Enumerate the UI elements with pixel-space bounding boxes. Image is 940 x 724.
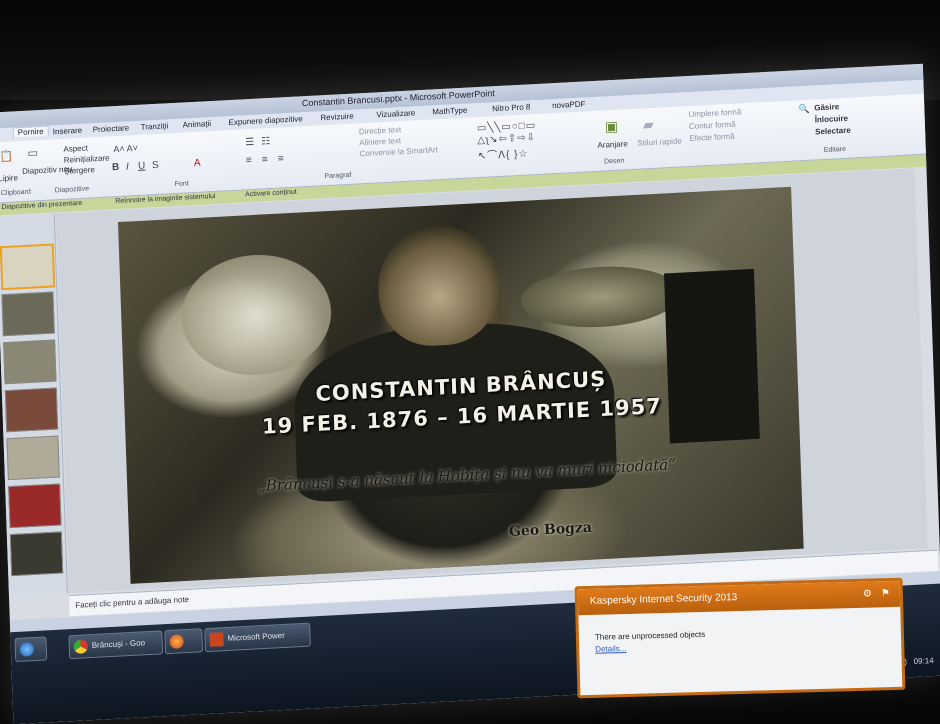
taskbar-chrome[interactable]: Brâncuși - Goo [68, 630, 164, 660]
replace-button[interactable]: Înlocuire [815, 114, 849, 125]
kaspersky-settings-icon[interactable]: ⚙ [863, 589, 872, 600]
tab-animations[interactable]: Animații [182, 119, 211, 129]
align-right-icon[interactable]: ≡ [278, 153, 284, 164]
text-direction-button[interactable]: Direcție text [359, 125, 401, 136]
kaspersky-title: Kaspersky Internet Security 2013 [589, 592, 738, 607]
find-icon[interactable]: 🔍 [798, 104, 810, 116]
taskbar-firefox[interactable] [164, 628, 204, 655]
taskbar-powerpoint[interactable]: Microsoft Power [204, 622, 311, 653]
kaspersky-notification[interactable]: Kaspersky Internet Security 2013 ⚙ ⚑ The… [574, 577, 906, 699]
group-editing-label: Editare [823, 145, 847, 155]
chrome-icon [73, 639, 89, 654]
shape-effects-button[interactable]: Efecte formă [689, 132, 735, 143]
tab-nitro[interactable]: Nitro Pro 8 [492, 102, 530, 113]
smartart-button[interactable]: Conversie la SmartArt [360, 145, 438, 158]
shapes-gallery-row3-icon[interactable]: ↖⌒ᐱ{ }☆ [478, 144, 529, 162]
delete-button[interactable]: Ștergere [64, 165, 95, 176]
align-text-button[interactable]: Aliniere text [359, 136, 401, 147]
taskbar-powerpoint-label: Microsoft Power [227, 630, 285, 643]
slide-editing-area: CONSTANTIN BRÂNCUȘ 19 FEB. 1876 – 16 MAR… [55, 168, 928, 594]
current-slide[interactable]: CONSTANTIN BRÂNCUȘ 19 FEB. 1876 – 16 MAR… [117, 186, 804, 584]
kaspersky-header: Kaspersky Internet Security 2013 ⚙ ⚑ [577, 580, 901, 616]
layout-button[interactable]: Aspect [63, 144, 88, 154]
bold-icon[interactable]: B [112, 162, 120, 173]
slide-thumbnail-6[interactable] [8, 483, 62, 529]
numbering-icon[interactable]: ☷ [261, 136, 270, 147]
slide-thumbnail-1[interactable] [0, 243, 56, 291]
notif-action-2[interactable]: Activare conținut [245, 189, 297, 199]
quick-styles-icon[interactable]: ▰ [643, 116, 654, 134]
slide-thumbnail-3[interactable] [3, 339, 57, 385]
shape-fill-button[interactable]: Umplere formă [688, 107, 741, 119]
sculpture-shape-2 [519, 262, 682, 332]
tab-slideshow[interactable]: Expunere diapozitive [228, 114, 302, 127]
new-slide-icon[interactable]: ▭ [27, 146, 38, 160]
quick-styles-button[interactable]: Stiluri rapide [637, 136, 682, 147]
bullets-icon[interactable]: ☰ [245, 137, 254, 148]
tab-mathtype[interactable]: MathType [432, 106, 467, 117]
powerpoint-icon [209, 632, 224, 647]
group-drawing-label: Desen [603, 157, 625, 166]
tab-review[interactable]: Revizuire [320, 112, 354, 123]
firefox-icon [169, 634, 184, 649]
font-color-icon[interactable]: A [194, 158, 201, 169]
paste-icon[interactable]: 📋 [0, 149, 14, 163]
font-size-icon[interactable]: A˄ A˅ [113, 143, 138, 154]
windows-icon [19, 642, 35, 657]
underline-icon[interactable]: U [138, 161, 146, 172]
notif-text: Diapozitive din prezentare [1, 199, 83, 212]
slide-author[interactable]: Geo Bogza [509, 520, 593, 540]
tab-home[interactable]: Pornire [12, 125, 49, 138]
tab-design[interactable]: Proiectare [93, 123, 130, 134]
align-center-icon[interactable]: ≡ [262, 154, 268, 165]
arrange-button[interactable]: Aranjare [597, 139, 628, 150]
slide-thumbnail-5[interactable] [6, 435, 60, 481]
tab-transitions[interactable]: Tranziții [141, 121, 169, 131]
slide-thumbnail-4[interactable] [4, 387, 59, 433]
kaspersky-details-link[interactable]: Details... [595, 644, 626, 654]
paste-button[interactable]: Lipire [0, 173, 18, 183]
find-button[interactable]: Găsire [814, 102, 839, 112]
group-font-label: Font [174, 180, 189, 189]
slide-thumbnail-7[interactable] [9, 531, 64, 577]
clock[interactable]: 09:14 [913, 656, 933, 666]
group-slides-label: Diapozitive [54, 185, 90, 195]
align-left-icon[interactable]: ≡ [246, 155, 252, 166]
start-button[interactable] [14, 636, 48, 663]
arrange-icon[interactable]: ▣ [605, 118, 619, 136]
sculpture-shape [179, 251, 334, 379]
select-button[interactable]: Selectare [815, 126, 851, 137]
group-clipboard-label: Clipboard [0, 188, 31, 198]
italic-icon[interactable]: I [126, 161, 129, 172]
strikethrough-icon[interactable]: S [152, 160, 159, 171]
tab-view[interactable]: Vizualizare [376, 108, 415, 119]
background-pillar [664, 268, 760, 444]
portrait-head [376, 222, 501, 349]
group-paragraph-label: Paragraf [324, 171, 352, 181]
reset-button[interactable]: Reinițializare [64, 153, 110, 164]
tab-novapdf[interactable]: novaPDF [552, 99, 586, 110]
kaspersky-flag-icon[interactable]: ⚑ [881, 588, 890, 599]
slide-thumbnail-2[interactable] [1, 291, 55, 337]
shape-outline-button[interactable]: Contur formă [689, 120, 736, 131]
notes-placeholder[interactable]: Faceți clic pentru a adăuga note [75, 595, 189, 610]
kaspersky-message: There are unprocessed objects [594, 629, 706, 642]
tab-insert[interactable]: Inserare [53, 126, 83, 137]
taskbar-chrome-label: Brâncuși - Goo [91, 638, 146, 651]
